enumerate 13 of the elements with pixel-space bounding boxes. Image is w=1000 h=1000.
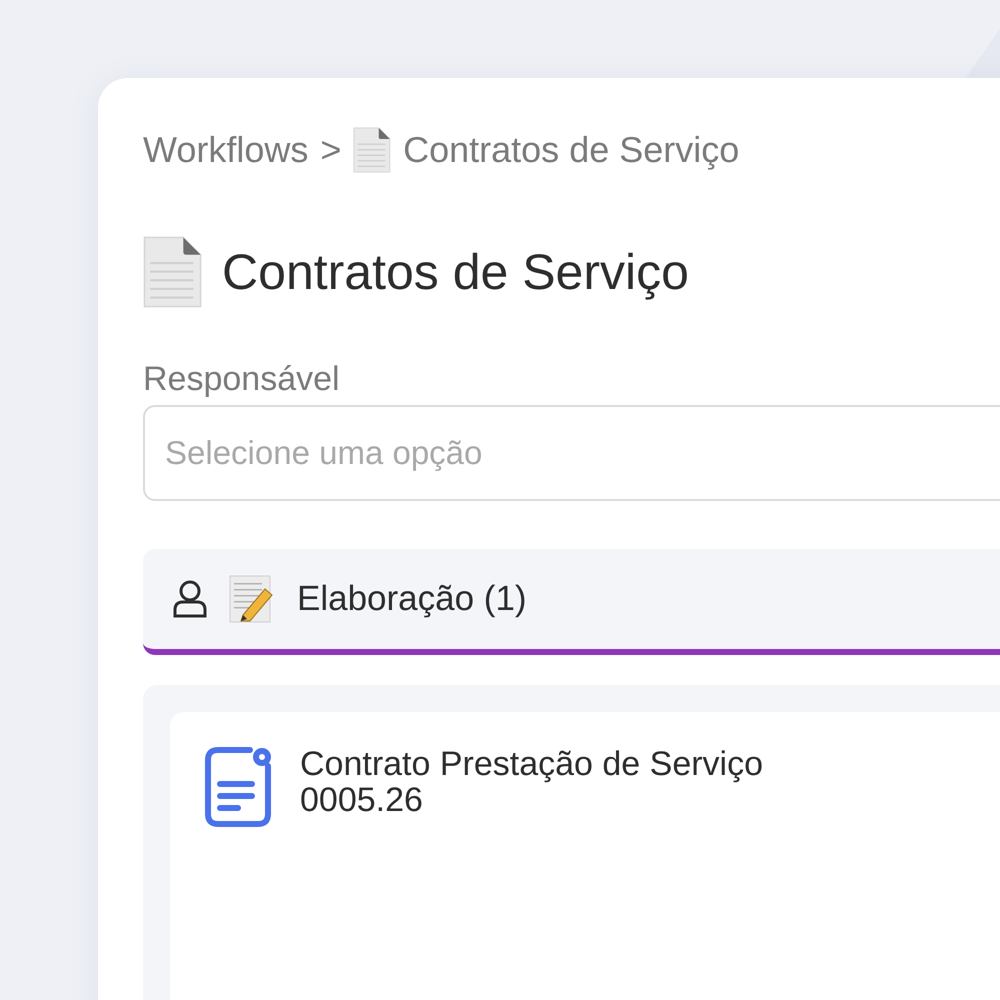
page-title: Contratos de Serviço xyxy=(222,243,689,301)
breadcrumb-link[interactable]: Workflows xyxy=(143,129,308,171)
document-icon xyxy=(353,127,392,173)
user-icon xyxy=(173,580,207,618)
breadcrumb-separator: > xyxy=(320,129,342,171)
card-title: Contrato Prestação de Serviço 0005.26 xyxy=(300,746,764,818)
notepad-pencil-icon xyxy=(229,575,275,623)
field-label: Responsável xyxy=(143,360,341,399)
task-card[interactable]: Contrato Prestação de Serviço 0005.26 xyxy=(170,712,1000,1000)
select-field[interactable]: Selecione uma opção xyxy=(143,405,1000,501)
document-icon xyxy=(143,236,202,308)
document-icon xyxy=(204,746,272,828)
column-title: Elaboração (1) xyxy=(297,579,527,619)
